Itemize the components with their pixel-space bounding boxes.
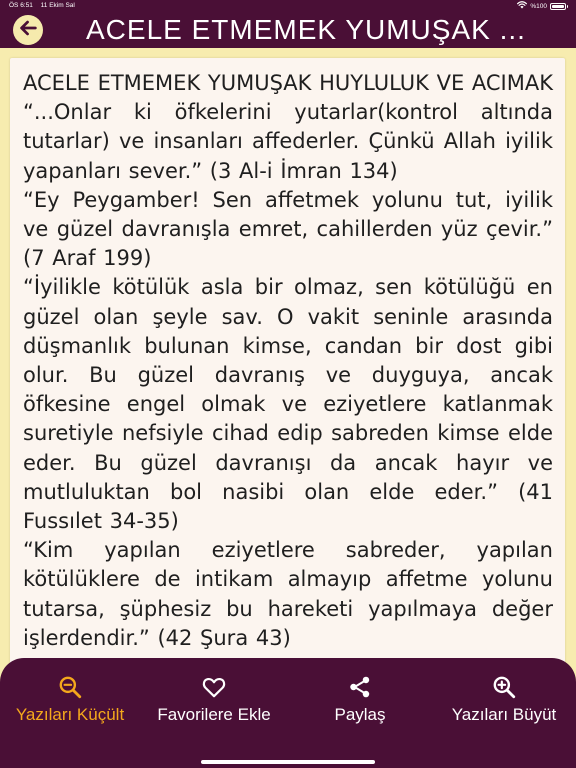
home-indicator [201,760,375,764]
status-left: ÖS 6:51 11 Ekim Sal [9,2,75,9]
status-bar: ÖS 6:51 11 Ekim Sal %100 [0,0,576,12]
heart-icon [201,674,227,700]
status-time: ÖS 6:51 [9,2,33,9]
bottom-tab-bar: Yazıları Küçült Favorilere Ekle Paylaş Y… [0,658,576,768]
battery-level [552,4,564,8]
tab-enlarge-text[interactable]: Yazıları Büyüt [434,658,574,768]
article-text: ACELE ETMEMEK YUMUŞAK HUYLULUK VE ACIMAK… [10,58,565,653]
tab-label: Favorilere Ekle [157,705,271,724]
article-heading: ACELE ETMEMEK YUMUŞAK HUYLULUK VE ACIMAK [23,71,554,95]
battery-icon [550,2,568,10]
article-paragraph: “Ey Peygamber! Sen affetmek yolunu tut, … [23,187,553,271]
tab-share[interactable]: Paylaş [288,658,432,768]
share-icon [347,674,373,700]
article-paragraph: “Kim yapılan eziyetlere sabreder, yapıla… [23,538,553,650]
zoom-in-icon [491,674,517,700]
tab-shrink-text[interactable]: Yazıları Küçült [0,658,140,768]
zoom-out-icon [57,674,83,700]
navigation-bar: ACELE ETMEMEK YUMUŞAK ... [0,12,576,48]
tab-label: Paylaş [334,705,386,724]
wifi-icon [517,1,528,11]
status-date: 11 Ekim Sal [40,2,75,9]
article-paragraph: “...Onlar ki öfkelerini yutarlar(kontrol… [23,100,553,183]
battery-percent: %100 [530,2,547,10]
tab-add-favorites[interactable]: Favorilere Ekle [142,658,286,768]
back-button[interactable] [13,15,43,45]
page-title: ACELE ETMEMEK YUMUŞAK ... [86,14,526,45]
tab-label: Yazıları Küçült [15,705,125,724]
article-paragraph: “İyilikle kötülük asla bir olmaz, sen kö… [23,275,553,534]
arrow-left-icon [17,17,39,43]
article-card[interactable]: ACELE ETMEMEK YUMUŞAK HUYLULUK VE ACIMAK… [10,58,565,698]
status-right: %100 [517,1,568,11]
tab-label: Yazıları Büyüt [451,705,557,724]
